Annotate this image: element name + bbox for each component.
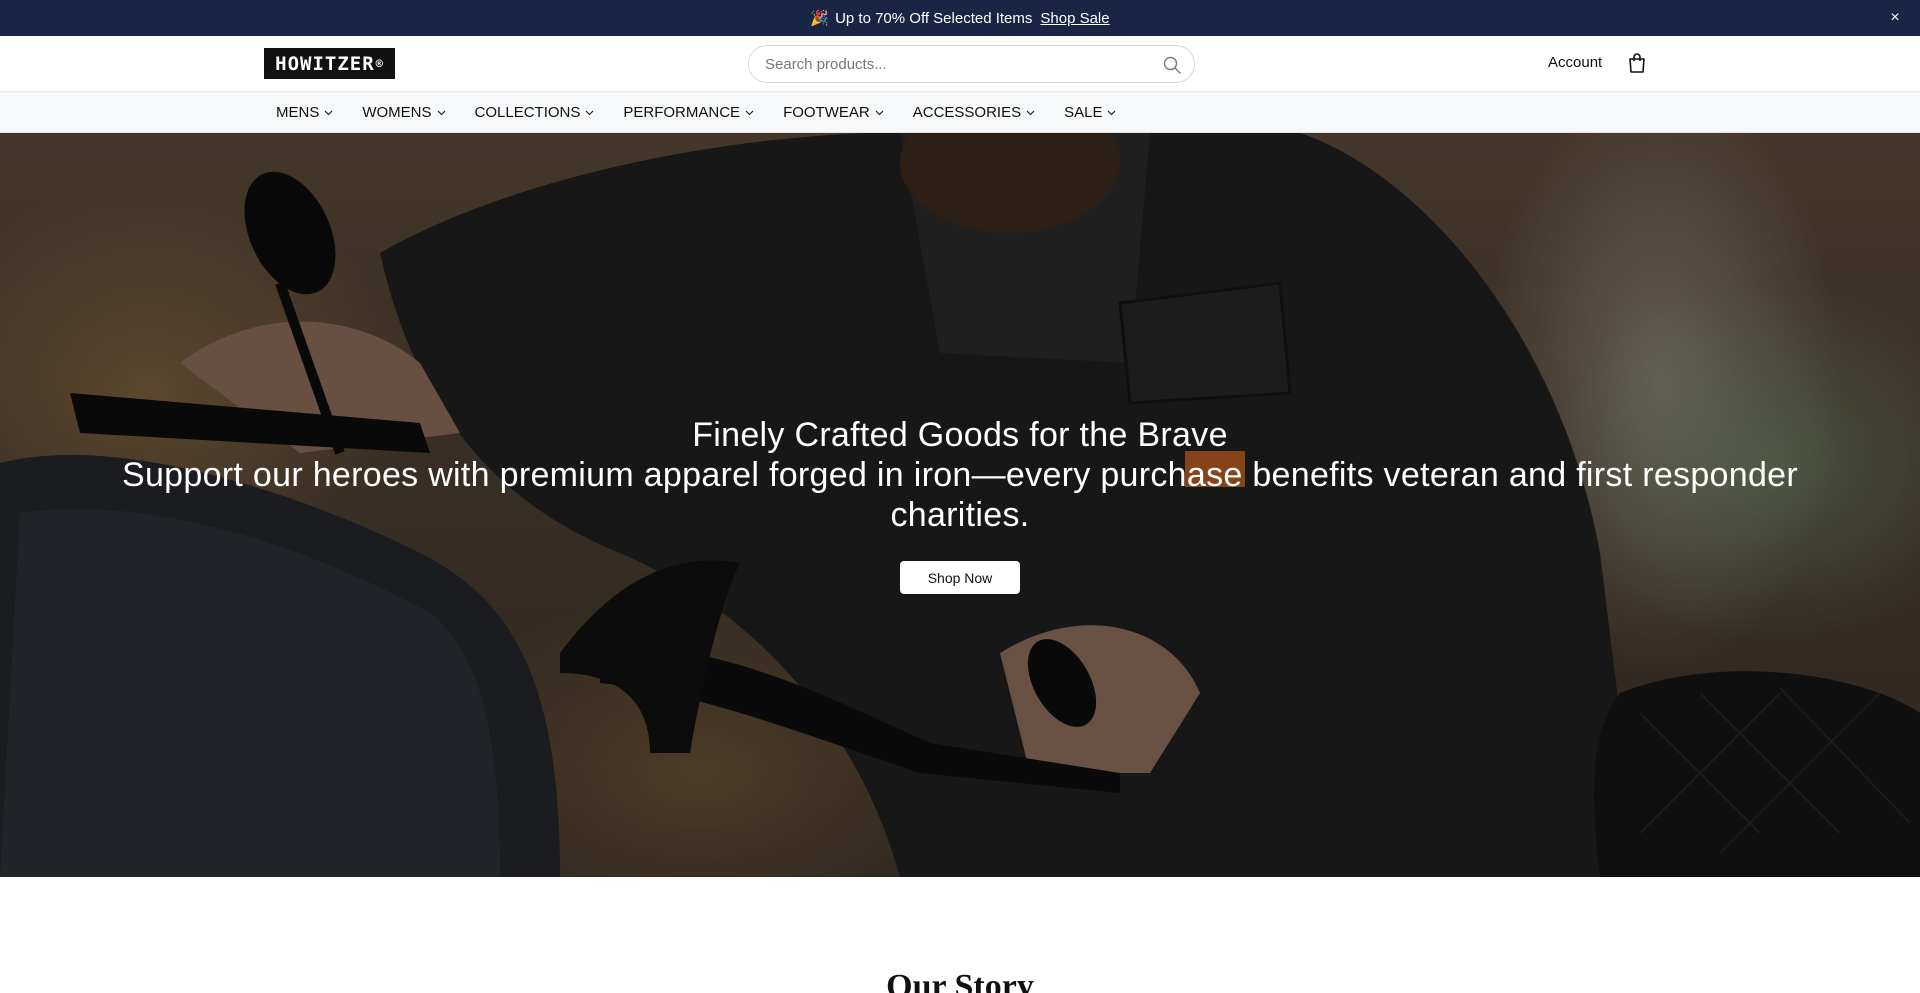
chevron-down-icon — [437, 110, 445, 116]
chevron-down-icon — [585, 110, 594, 116]
nav-item-womens[interactable]: WOMENS — [362, 104, 445, 121]
nav-item-label: COLLECTIONS — [474, 104, 581, 121]
shop-now-button[interactable]: Shop Now — [900, 561, 1020, 594]
site-header: HOWITZER® Account — [0, 36, 1920, 92]
chevron-down-icon — [745, 110, 754, 116]
chevron-down-icon — [1108, 110, 1116, 116]
our-story-heading: Our Story — [886, 968, 1034, 993]
main-nav: MENS WOMENS COLLECTIONS PERFORMANCE FOOT… — [0, 92, 1920, 133]
announcement-text: Up to 70% Off Selected Items — [835, 9, 1033, 27]
hero-banner: Finely Crafted Goods for the Brave Suppo… — [0, 133, 1920, 877]
nav-item-footwear[interactable]: FOOTWEAR — [783, 104, 884, 121]
nav-item-accessories[interactable]: ACCESSORIES — [913, 104, 1035, 121]
chevron-down-icon — [324, 110, 333, 116]
search-input[interactable] — [765, 46, 1145, 82]
chevron-down-icon — [875, 110, 884, 116]
account-link[interactable]: Account — [1548, 54, 1602, 71]
nav-item-performance[interactable]: PERFORMANCE — [623, 104, 754, 121]
nav-menu: MENS WOMENS COLLECTIONS PERFORMANCE FOOT… — [276, 92, 1145, 133]
chevron-down-icon — [1026, 110, 1035, 116]
nav-item-label: SALE — [1064, 104, 1103, 121]
hero-subtitle: Support our heroes with premium apparel … — [121, 456, 1799, 534]
nav-item-label: ACCESSORIES — [912, 104, 1022, 121]
shopping-bag-icon[interactable] — [1627, 52, 1647, 74]
nav-item-label: MENS — [276, 104, 320, 121]
announcement-bar: 🎉 Up to 70% Off Selected Items Shop Sale… — [0, 0, 1920, 36]
close-icon[interactable]: × — [1886, 9, 1904, 27]
hero-title: Finely Crafted Goods for the Brave — [692, 416, 1228, 454]
logo[interactable]: HOWITZER ® — [264, 48, 395, 79]
party-popper-icon: 🎉 — [810, 10, 830, 27]
search-bar — [748, 45, 1195, 83]
nav-item-mens[interactable]: MENS — [276, 104, 333, 121]
logo-registered-mark: ® — [375, 56, 384, 71]
logo-text: HOWITZER — [275, 52, 375, 75]
nav-item-label: FOOTWEAR — [783, 104, 870, 121]
search-icon[interactable] — [1162, 55, 1182, 75]
shop-sale-link[interactable]: Shop Sale — [1040, 10, 1109, 27]
nav-item-collections[interactable]: COLLECTIONS — [475, 104, 595, 121]
nav-item-label: PERFORMANCE — [623, 104, 741, 121]
nav-item-sale[interactable]: SALE — [1064, 104, 1116, 121]
nav-item-label: WOMENS — [362, 104, 432, 121]
